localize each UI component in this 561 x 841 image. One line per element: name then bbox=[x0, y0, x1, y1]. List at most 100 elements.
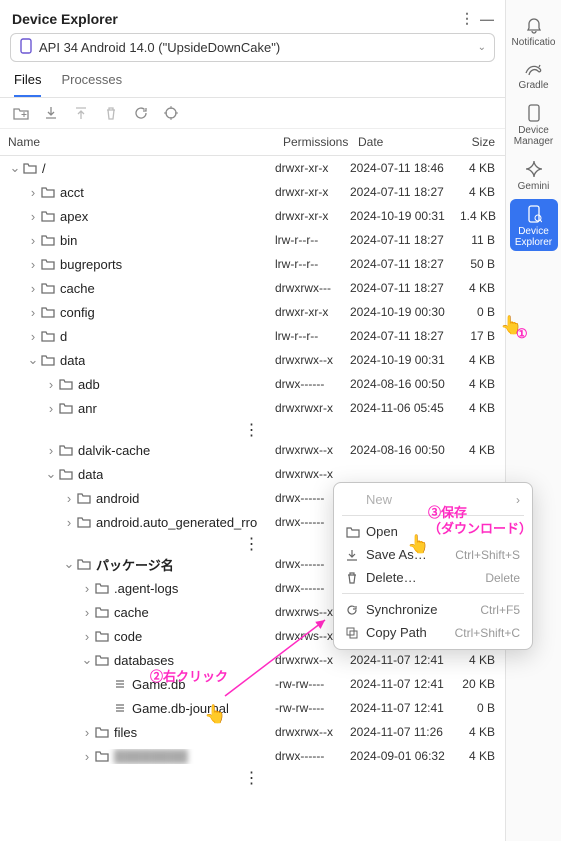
sidebar-item-notifications[interactable]: Notificatio bbox=[510, 10, 558, 51]
expand-toggle[interactable]: ⌄ bbox=[80, 652, 94, 668]
trash-icon bbox=[346, 572, 366, 584]
tree-row[interactable]: ⌄datadrwxrwx--x2024-10-19 00:314 KB bbox=[0, 348, 505, 372]
delete-icon[interactable] bbox=[102, 106, 120, 120]
tree-row[interactable]: ›cachedrwxrwx---2024-07-11 18:274 KB bbox=[0, 276, 505, 300]
file-icon bbox=[112, 702, 128, 714]
item-perm: lrw-r--r-- bbox=[275, 329, 350, 343]
folder-icon bbox=[58, 402, 74, 414]
refresh-icon[interactable] bbox=[132, 106, 150, 120]
item-name: android.auto_generated_rro bbox=[96, 515, 257, 530]
expand-toggle[interactable]: ⌄ bbox=[26, 352, 40, 368]
sidebar-label: Device bbox=[518, 226, 549, 237]
ellipsis-icon: ⋮ bbox=[0, 420, 505, 438]
item-size: 17 B bbox=[460, 329, 505, 343]
expand-toggle[interactable]: › bbox=[26, 257, 40, 272]
item-date: 2024-07-11 18:27 bbox=[350, 281, 460, 295]
sidebar-label: Notificatio bbox=[512, 37, 556, 48]
tree-row[interactable]: ›bugreportslrw-r--r--2024-07-11 18:2750 … bbox=[0, 252, 505, 276]
download-icon[interactable] bbox=[42, 106, 60, 120]
tree-row[interactable]: ⌄/drwxr-xr-x2024-07-11 18:464 KB bbox=[0, 156, 505, 180]
tree-row[interactable]: ›acctdrwxr-xr-x2024-07-11 18:274 KB bbox=[0, 180, 505, 204]
expand-toggle[interactable]: › bbox=[26, 329, 40, 344]
tree-row[interactable]: ›adbdrwx------2024-08-16 00:504 KB bbox=[0, 372, 505, 396]
upload-icon[interactable] bbox=[72, 106, 90, 120]
expand-toggle[interactable]: › bbox=[80, 605, 94, 620]
expand-toggle[interactable]: › bbox=[26, 281, 40, 296]
item-size: 4 KB bbox=[460, 377, 505, 391]
panel-minimize-icon[interactable]: — bbox=[477, 11, 497, 27]
item-perm: drwxrwx--x bbox=[275, 467, 350, 481]
expand-toggle[interactable]: › bbox=[62, 515, 76, 530]
col-date-header[interactable]: Date bbox=[350, 129, 460, 155]
expand-toggle[interactable]: › bbox=[80, 749, 94, 764]
item-date: 2024-11-07 11:26 bbox=[350, 725, 460, 739]
item-date: 2024-10-19 00:31 bbox=[350, 209, 460, 223]
device-selector-label: API 34 Android 14.0 ("UpsideDownCake") bbox=[39, 40, 478, 55]
tree-row[interactable]: Game.db-rw-rw----2024-11-07 12:4120 KB bbox=[0, 672, 505, 696]
expand-toggle[interactable]: › bbox=[26, 233, 40, 248]
ctx-copy-path[interactable]: Copy PathCtrl+Shift+C bbox=[334, 621, 532, 644]
ellipsis-icon: ⋮ bbox=[0, 768, 505, 786]
folder-icon bbox=[40, 234, 56, 246]
item-size: 50 B bbox=[460, 257, 505, 271]
expand-toggle[interactable]: › bbox=[44, 377, 58, 392]
expand-toggle[interactable]: › bbox=[80, 725, 94, 740]
expand-toggle[interactable]: › bbox=[44, 443, 58, 458]
expand-toggle[interactable]: ⌄ bbox=[8, 160, 22, 176]
tab-files[interactable]: Files bbox=[14, 72, 41, 97]
device-icon bbox=[19, 38, 33, 57]
ctx-synchronize[interactable]: SynchronizeCtrl+F5 bbox=[334, 598, 532, 621]
tree-row[interactable]: ›binlrw-r--r--2024-07-11 18:2711 B bbox=[0, 228, 505, 252]
expand-toggle[interactable]: › bbox=[62, 491, 76, 506]
tree-row[interactable]: ›configdrwxr-xr-x2024-10-19 00:300 B bbox=[0, 300, 505, 324]
item-name: パッケージ名 bbox=[96, 555, 174, 574]
sidebar-item-device-explorer[interactable]: Device Explorer bbox=[510, 199, 558, 251]
item-size: 0 B bbox=[460, 305, 505, 319]
tab-processes[interactable]: Processes bbox=[61, 72, 122, 97]
folder-icon bbox=[94, 582, 110, 594]
target-icon[interactable] bbox=[162, 106, 180, 120]
folder-icon bbox=[40, 210, 56, 222]
expand-toggle[interactable]: ⌄ bbox=[62, 556, 76, 572]
tree-row[interactable]: Game.db-journal-rw-rw----2024-11-07 12:4… bbox=[0, 696, 505, 720]
item-name: anr bbox=[78, 401, 97, 416]
tree-row[interactable]: ›apexdrwxr-xr-x2024-10-19 00:311.4 KB bbox=[0, 204, 505, 228]
expand-toggle[interactable]: › bbox=[80, 581, 94, 596]
ctx-delete[interactable]: Delete…Delete bbox=[334, 566, 532, 589]
col-perm-header[interactable]: Permissions bbox=[275, 129, 350, 155]
sidebar-item-gradle[interactable]: Gradle bbox=[510, 55, 558, 94]
tree-row[interactable]: ›dlrw-r--r--2024-07-11 18:2717 B bbox=[0, 324, 505, 348]
expand-toggle[interactable]: › bbox=[26, 209, 40, 224]
sidebar-item-device-manager[interactable]: Device Manager bbox=[510, 98, 558, 150]
tree-row[interactable]: ›filesdrwxrwx--x2024-11-07 11:264 KB bbox=[0, 720, 505, 744]
expand-toggle[interactable]: › bbox=[26, 185, 40, 200]
expand-toggle[interactable]: ⌄ bbox=[44, 466, 58, 482]
tree-row[interactable]: ›████████drwx------2024-09-01 06:324 KB bbox=[0, 744, 505, 768]
panel-more-icon[interactable]: ⋮ bbox=[457, 10, 477, 27]
item-name: data bbox=[60, 353, 85, 368]
tree-row[interactable]: ›dalvik-cachedrwxrwx--x2024-08-16 00:504… bbox=[0, 438, 505, 462]
item-perm: -rw-rw---- bbox=[275, 701, 350, 715]
item-perm: drwx------ bbox=[275, 377, 350, 391]
col-size-header[interactable]: Size bbox=[460, 129, 505, 155]
expand-toggle[interactable]: › bbox=[80, 629, 94, 644]
item-perm: lrw-r--r-- bbox=[275, 257, 350, 271]
col-name-header[interactable]: Name bbox=[0, 129, 275, 155]
sidebar-item-gemini[interactable]: Gemini bbox=[510, 154, 558, 195]
device-selector[interactable]: API 34 Android 14.0 ("UpsideDownCake") ⌄ bbox=[10, 33, 495, 62]
item-size: 4 KB bbox=[460, 725, 505, 739]
tree-row[interactable]: ⌄databasesdrwxrwx--x2024-11-07 12:414 KB bbox=[0, 648, 505, 672]
sidebar-label: Explorer bbox=[515, 237, 552, 248]
folder-open-icon bbox=[346, 526, 366, 538]
expand-toggle[interactable]: › bbox=[44, 401, 58, 416]
file-icon bbox=[112, 678, 128, 690]
panel-title: Device Explorer bbox=[12, 11, 118, 27]
folder-icon bbox=[76, 492, 92, 504]
expand-toggle[interactable]: › bbox=[26, 305, 40, 320]
copy-icon bbox=[346, 627, 366, 639]
item-size: 4 KB bbox=[460, 185, 505, 199]
item-size: 11 B bbox=[460, 233, 505, 247]
tree-row[interactable]: ›anrdrwxrwxr-x2024-11-06 05:454 KB bbox=[0, 396, 505, 420]
ctx-save-as[interactable]: Save As…Ctrl+Shift+S bbox=[334, 543, 532, 566]
new-folder-icon[interactable] bbox=[12, 106, 30, 120]
